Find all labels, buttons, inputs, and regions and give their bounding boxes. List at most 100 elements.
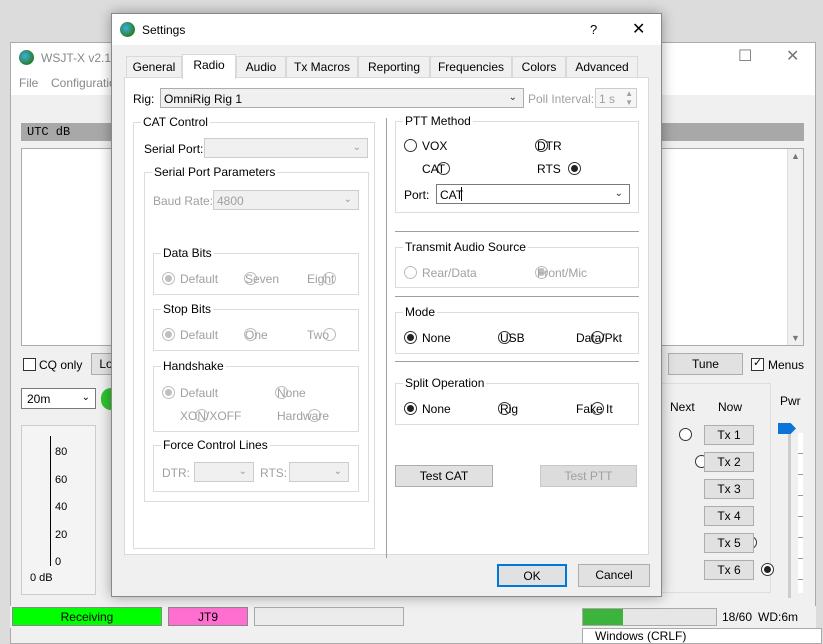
stop-bits-one-label: One: [245, 328, 268, 342]
dialog-title-bar: Settings ? ✕: [112, 14, 661, 45]
tx2-button[interactable]: Tx 2: [704, 452, 754, 472]
rear-data-radio[interactable]: [404, 266, 417, 279]
data-bits-group: Data Bits Default Seven Eight: [153, 246, 359, 295]
message-status: [254, 607, 404, 626]
stop-bits-group: Stop Bits Default One Two: [153, 302, 359, 351]
split-operation-title: Split Operation: [403, 376, 487, 390]
tab-colors[interactable]: Colors: [512, 56, 566, 78]
rig-select[interactable]: OmniRig Rig 1 ⌄: [160, 88, 524, 108]
ptt-rts-label: RTS: [537, 162, 561, 176]
tab-audio[interactable]: Audio: [236, 56, 286, 78]
stop-bits-two-label: Two: [307, 328, 330, 342]
rts-label: RTS:: [260, 466, 288, 480]
handshake-default-radio[interactable]: [162, 386, 175, 399]
separator: [395, 361, 639, 362]
test-cat-button[interactable]: Test CAT: [395, 465, 493, 487]
tab-reporting[interactable]: Reporting: [358, 56, 430, 78]
tx4-button[interactable]: Tx 4: [704, 506, 754, 526]
ok-button[interactable]: OK: [497, 564, 567, 587]
stop-bits-default-radio[interactable]: [162, 328, 175, 341]
ptt-vox-label: VOX: [422, 139, 448, 153]
menus-checkbox[interactable]: ✓: [751, 357, 764, 371]
tx6-button[interactable]: Tx 6: [704, 560, 754, 580]
mode-none-radio[interactable]: [404, 331, 417, 344]
tab-advanced[interactable]: Advanced: [566, 56, 638, 78]
meter-axis: [50, 436, 51, 566]
close-icon[interactable]: ✕: [786, 46, 799, 66]
rts-select[interactable]: ⌄: [289, 462, 349, 482]
chevron-down-icon: ⌄: [81, 392, 90, 403]
band-select[interactable]: 20m ⌄: [21, 388, 96, 409]
scroll-up-icon[interactable]: ▲: [791, 151, 800, 161]
serial-params-title: Serial Port Parameters: [152, 165, 278, 179]
chevron-down-icon: ⌄: [508, 92, 517, 103]
serial-port-select[interactable]: ⌄: [204, 138, 368, 158]
next-radio-1[interactable]: [679, 428, 692, 441]
meter-tick-40: 40: [55, 501, 68, 513]
handshake-group: Handshake Default None XON/XOFF Hardware: [153, 359, 359, 432]
cq-only-checkbox[interactable]: [23, 358, 36, 371]
ptt-vox-radio[interactable]: [404, 139, 417, 152]
app-logo-icon: [19, 50, 34, 65]
tab-radio[interactable]: Radio: [182, 54, 236, 79]
main-window-title: WSJT-X v2.1.: [41, 51, 115, 65]
separator: [395, 231, 639, 232]
radio-tab-page: Rig: OmniRig Rig 1 ⌄ Poll Interval: 1 s …: [124, 77, 649, 558]
maximize-icon[interactable]: ☐: [738, 46, 752, 66]
chevron-down-icon: ⌄: [614, 188, 623, 199]
data-bits-title: Data Bits: [161, 246, 214, 260]
tx1-button[interactable]: Tx 1: [704, 425, 754, 445]
mode-group: Mode None USB Data/Pkt: [395, 305, 639, 354]
test-ptt-button[interactable]: Test PTT: [540, 465, 637, 487]
signal-meter: 80 60 40 20 0 0 dB: [21, 425, 96, 595]
data-bits-default-radio[interactable]: [162, 272, 175, 285]
ptt-dtr-label: DTR: [537, 139, 562, 153]
handshake-xonxoff-label: XON/XOFF: [180, 409, 242, 423]
pwr-label: Pwr: [780, 394, 801, 408]
help-icon[interactable]: ?: [590, 22, 597, 37]
next-radio-6[interactable]: [760, 563, 774, 576]
dtr-select[interactable]: ⌄: [194, 462, 254, 482]
tx5-button[interactable]: Tx 5: [704, 533, 754, 553]
baud-rate-select[interactable]: 4800 ⌄: [213, 190, 359, 210]
handshake-title: Handshake: [161, 359, 226, 373]
rig-label: Rig:: [133, 92, 155, 106]
scroll-down-icon[interactable]: ▼: [791, 333, 800, 343]
rig-value: OmniRig Rig 1: [164, 92, 243, 106]
tx-progress-bar: [582, 608, 717, 626]
tune-button[interactable]: Tune: [668, 353, 743, 375]
cancel-button[interactable]: Cancel: [578, 564, 650, 587]
vertical-scrollbar[interactable]: ▲ ▼: [787, 149, 803, 345]
settings-dialog: Settings ? ✕ General Radio Audio Tx Macr…: [111, 13, 662, 597]
pwr-slider-track[interactable]: [788, 428, 791, 598]
ptt-method-group: PTT Method VOX DTR CAT RTS Port: CAT ⌄: [395, 114, 639, 213]
dialog-title: Settings: [142, 23, 186, 37]
pwr-slider-handle[interactable]: [778, 423, 796, 434]
tab-frequencies[interactable]: Frequencies: [430, 56, 512, 78]
ptt-port-select[interactable]: CAT ⌄: [436, 184, 630, 204]
close-icon[interactable]: ✕: [632, 19, 645, 39]
meter-tick-0: 0: [55, 556, 62, 568]
stop-bits-default-label: Default: [180, 328, 219, 342]
vertical-divider: [386, 118, 387, 558]
dtr-label: DTR:: [162, 466, 190, 480]
split-none-radio[interactable]: [404, 402, 417, 415]
watchdog-text: WD:6m: [758, 610, 798, 624]
tx3-button[interactable]: Tx 3: [704, 479, 754, 499]
spinner-arrows-icon: ▲ ▼: [625, 89, 633, 107]
tab-tx-macros[interactable]: Tx Macros: [286, 56, 358, 78]
split-none-label: None: [422, 402, 451, 416]
ptt-rts-radio[interactable]: [568, 162, 582, 175]
serial-port-label: Serial Port:: [144, 142, 204, 156]
data-bits-default-label: Default: [180, 272, 219, 286]
pwr-slider-ticks: [798, 433, 803, 593]
handshake-none-label: None: [277, 386, 306, 400]
rear-data-label: Rear/Data: [422, 266, 477, 280]
data-bits-eight-label: Eight: [307, 272, 335, 286]
menu-file[interactable]: File: [19, 76, 38, 90]
dialog-logo-icon: [120, 22, 135, 37]
poll-interval-spinner[interactable]: 1 s ▲ ▼: [595, 88, 637, 108]
chevron-down-icon: ⌄: [343, 194, 352, 205]
tab-general[interactable]: General: [126, 56, 182, 78]
force-control-lines-group: Force Control Lines DTR: ⌄ RTS: ⌄: [153, 438, 359, 492]
